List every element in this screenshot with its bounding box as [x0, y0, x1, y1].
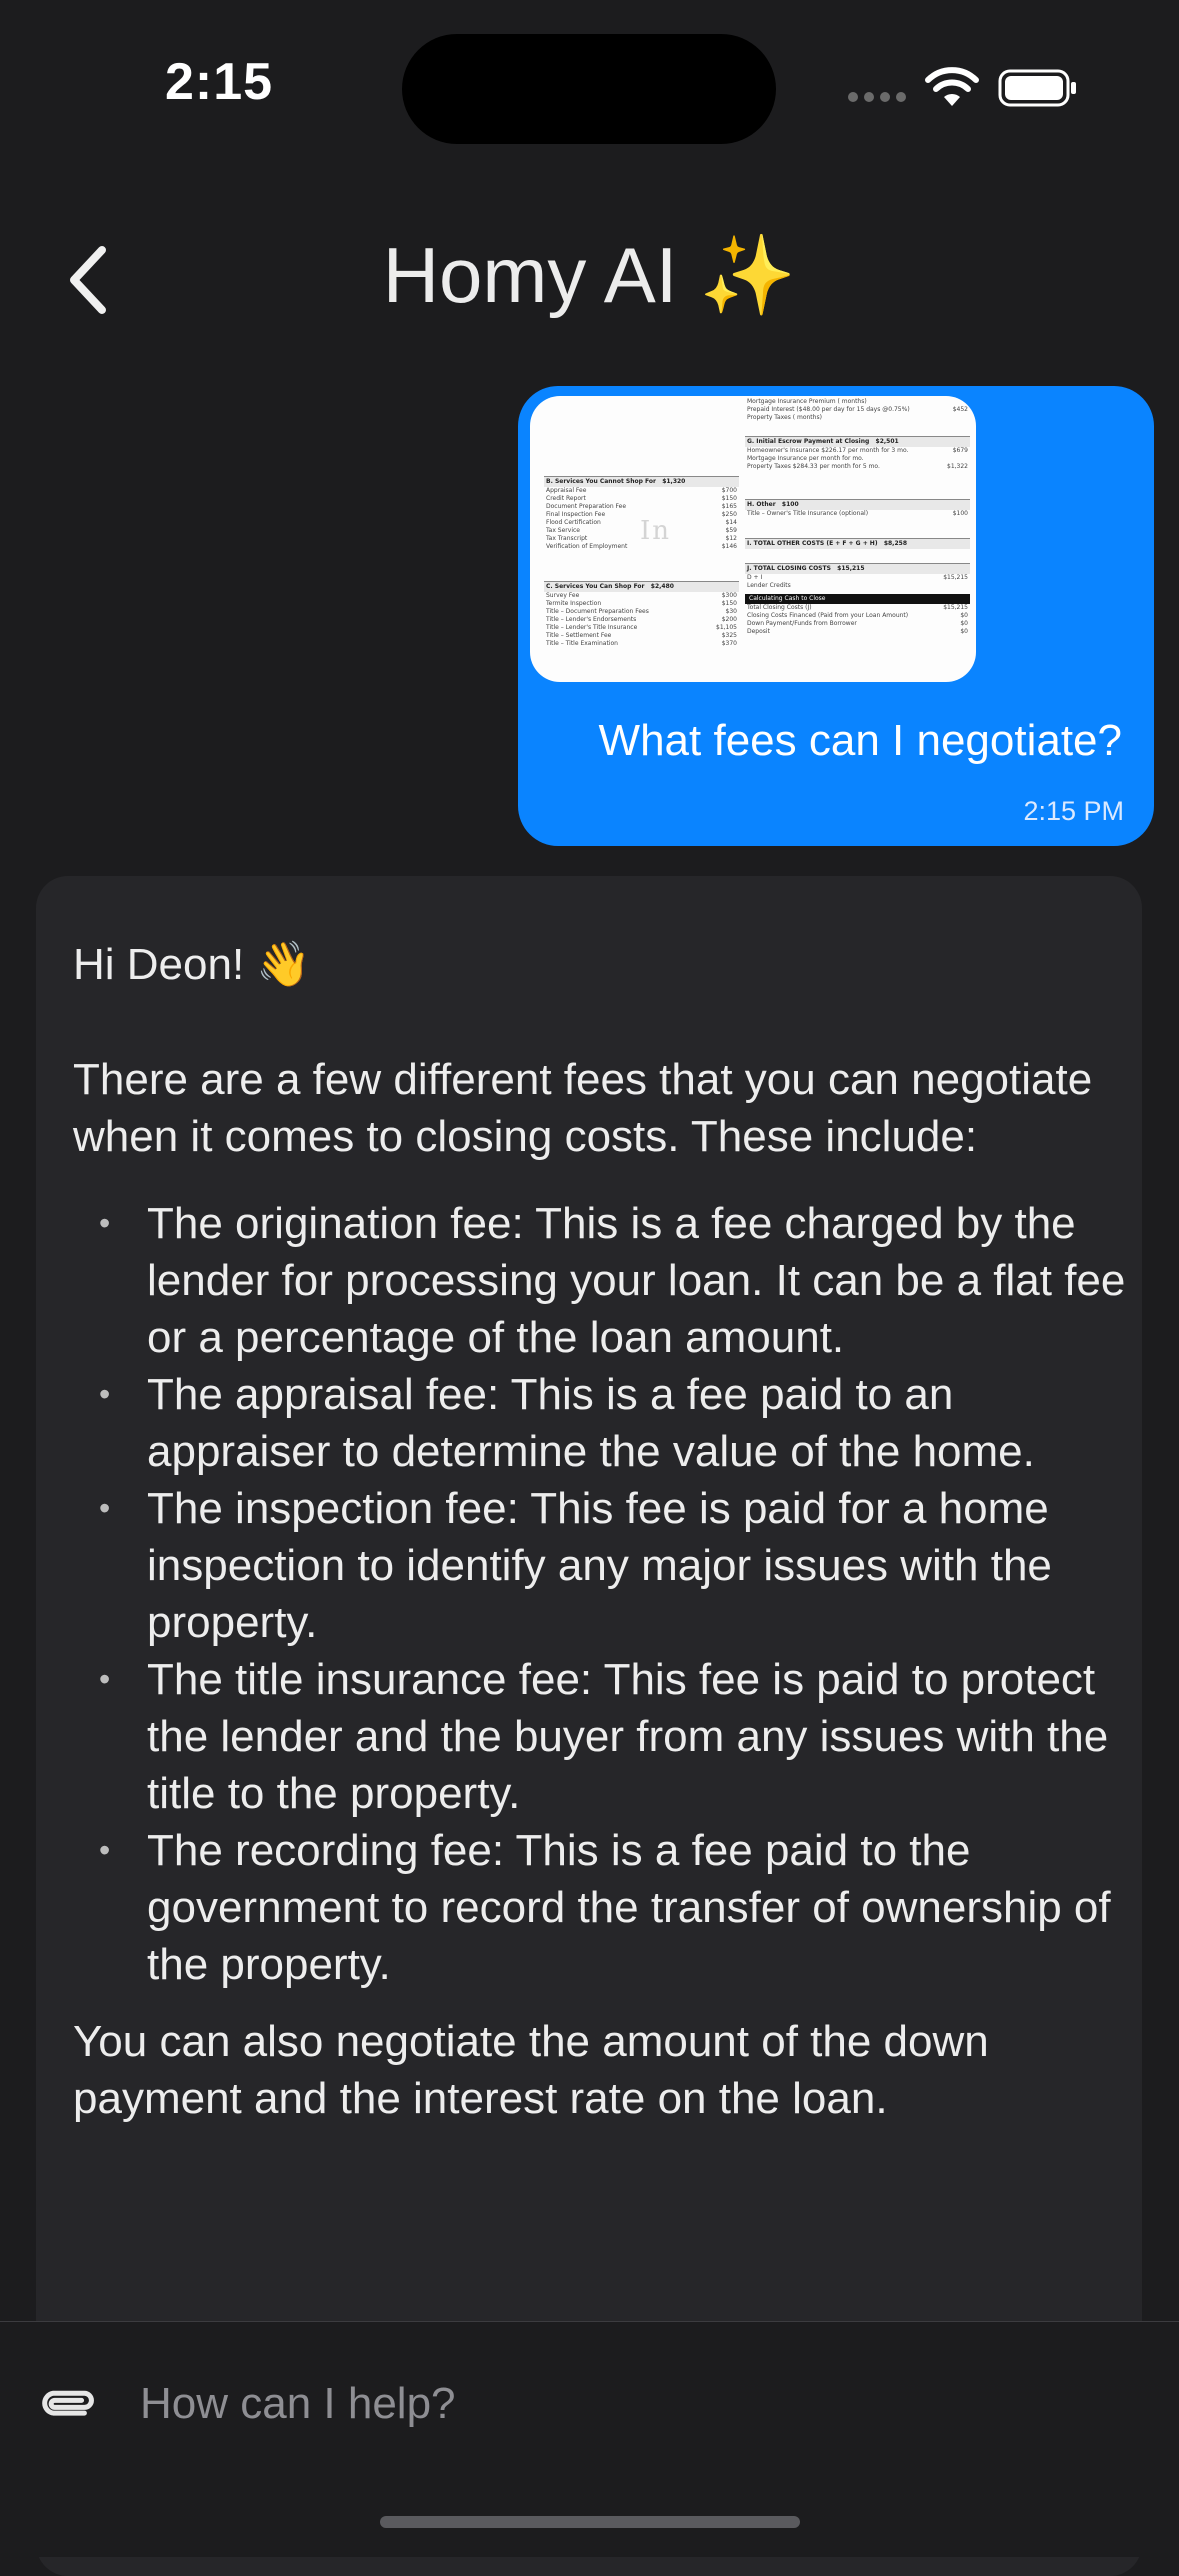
nav-header: Homy AI ✨ — [0, 200, 1179, 350]
dynamic-island — [402, 34, 776, 144]
list-item: • The recording fee: This is a fee paid t… — [73, 1822, 1133, 1993]
status-bar: 2:15 — [0, 0, 1179, 170]
message-input[interactable] — [140, 2372, 1120, 2436]
list-item: • The appraisal fee: This is a fee paid t… — [73, 1366, 1133, 1480]
assistant-intro: There are a few different fees that you … — [73, 1055, 1093, 1161]
status-time: 2:15 — [165, 53, 274, 111]
attached-document-image[interactable]: Mortgage Insurance Premium ( months) Pre… — [530, 396, 976, 682]
list-item: • The inspection fee: This fee is paid fo… — [73, 1480, 1133, 1651]
list-item-text: The inspection fee: This fee is paid for… — [147, 1484, 1052, 1647]
fee-list: • The origination fee: This is a fee char… — [73, 1195, 1133, 1993]
cellular-signal-icon — [848, 92, 906, 102]
bullet-icon: • — [99, 1376, 111, 1412]
page-title: Homy AI ✨ — [382, 231, 797, 319]
list-item: • The title insurance fee: This fee is pa… — [73, 1651, 1133, 1822]
bullet-icon: • — [99, 1490, 111, 1526]
home-indicator[interactable] — [380, 2516, 800, 2528]
bullet-icon: • — [99, 1205, 111, 1241]
document-watermark: In — [640, 516, 672, 546]
list-item-text: The title insurance fee: This fee is pai… — [147, 1655, 1109, 1818]
bullet-icon: • — [99, 1661, 111, 1697]
assistant-greeting: Hi Deon! 👋 — [73, 940, 312, 989]
user-message-timestamp: 2:15 PM — [1023, 796, 1124, 826]
bullet-icon: • — [99, 1832, 111, 1868]
list-item-text: The appraisal fee: This is a fee paid to… — [147, 1370, 1035, 1476]
assistant-closing: You can also negotiate the amount of the… — [73, 2017, 989, 2123]
user-message-text: What fees can I negotiate? — [598, 716, 1122, 765]
assistant-message-content: Hi Deon! 👋 There are a few different fee… — [73, 936, 1133, 2127]
wifi-icon — [925, 67, 979, 106]
list-item-text: The origination fee: This is a fee charg… — [147, 1199, 1126, 1362]
battery-icon — [998, 69, 1076, 107]
list-item-text: The recording fee: This is a fee paid to… — [147, 1826, 1111, 1989]
paperclip-icon[interactable] — [32, 2372, 100, 2440]
user-message-bubble[interactable]: Mortgage Insurance Premium ( months) Pre… — [518, 386, 1154, 846]
list-item: • The origination fee: This is a fee char… — [73, 1195, 1133, 1366]
